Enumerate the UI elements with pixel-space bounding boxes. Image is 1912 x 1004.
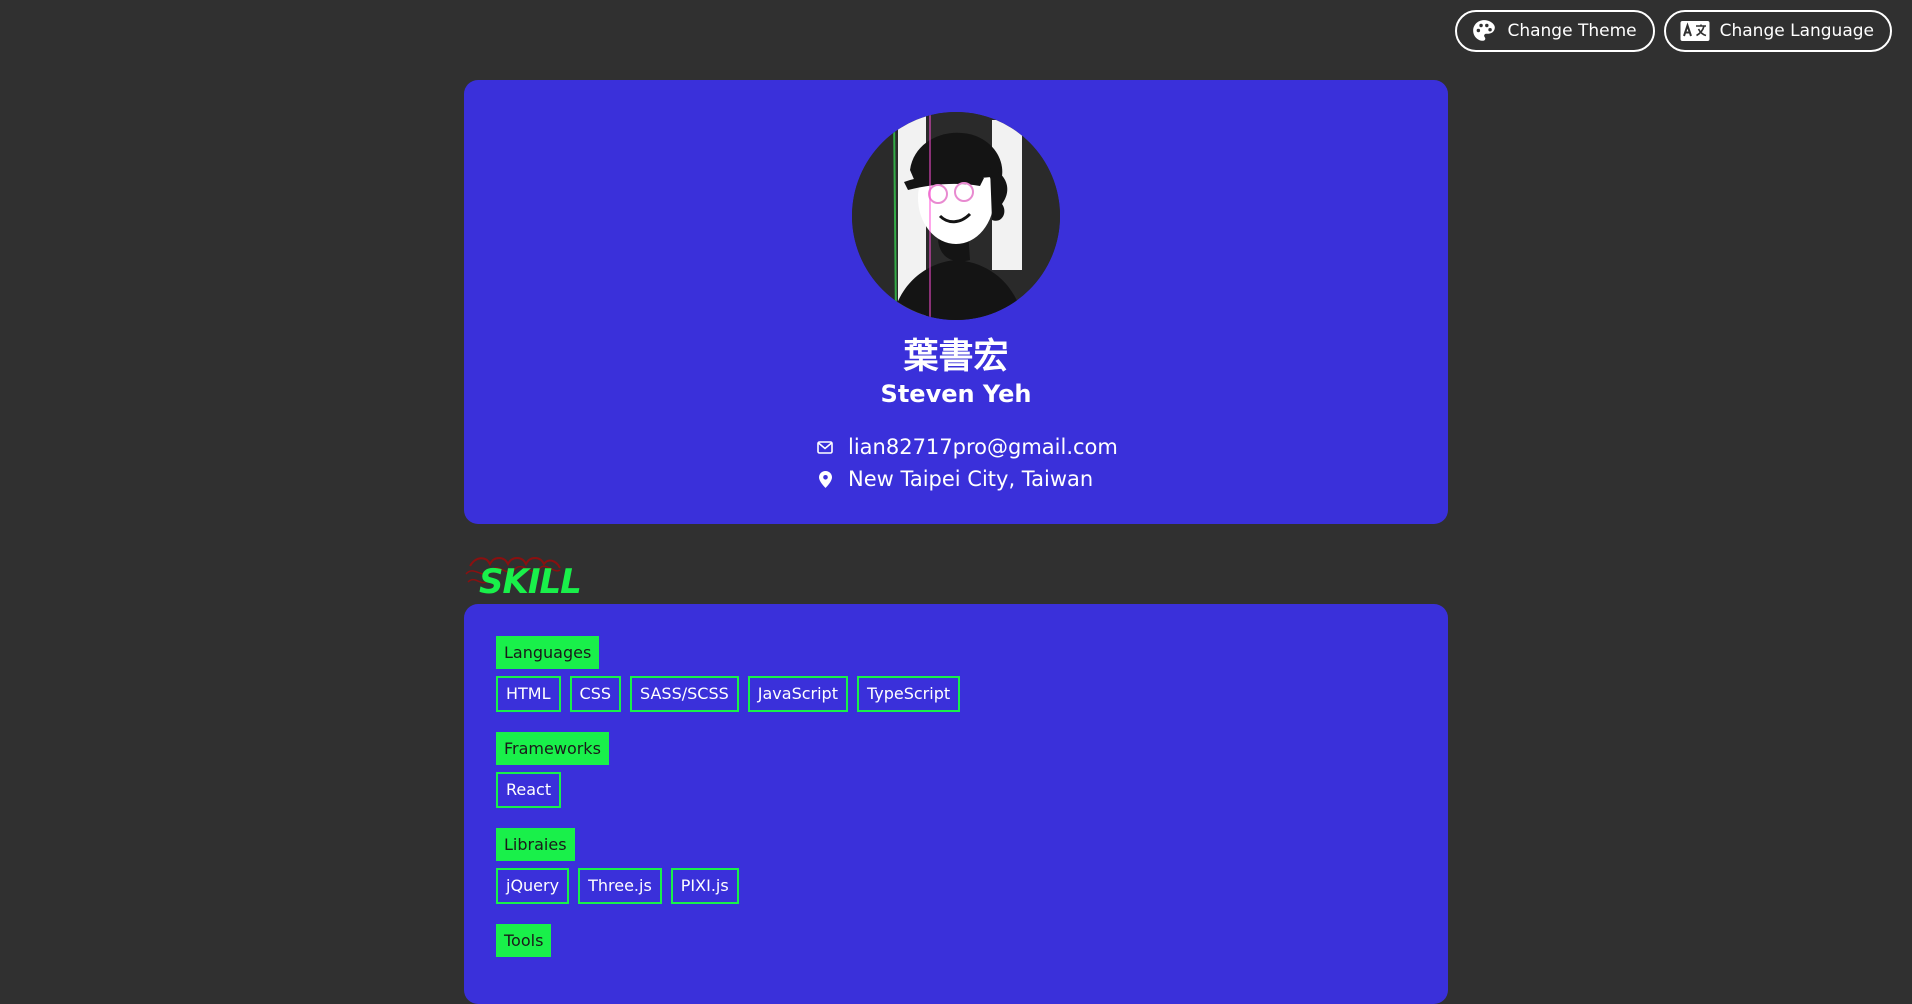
skill-tag: PIXI.js bbox=[670, 868, 739, 904]
skill-tag-row: jQuery Three.js PIXI.js bbox=[496, 868, 739, 904]
email-row: lian82717pro@gmail.com bbox=[816, 437, 1118, 458]
skill-tag: JavaScript bbox=[747, 676, 848, 712]
avatar bbox=[852, 112, 1060, 320]
location-text: New Taipei City, Taiwan bbox=[848, 467, 1094, 491]
header-actions: Change Theme Change Language bbox=[1455, 10, 1892, 52]
email-text[interactable]: lian82717pro@gmail.com bbox=[848, 437, 1118, 458]
skill-section-title: SKILL bbox=[464, 552, 604, 602]
change-language-button[interactable]: Change Language bbox=[1663, 10, 1892, 52]
translate-icon bbox=[1680, 20, 1710, 42]
skill-tag-row: HTML CSS SASS/SCSS JavaScript TypeScript bbox=[496, 676, 961, 712]
skill-tag: Three.js bbox=[578, 868, 662, 904]
envelope-icon bbox=[816, 441, 834, 454]
skill-tag: HTML bbox=[496, 676, 561, 712]
skill-title-text: SKILL bbox=[479, 562, 582, 602]
change-theme-label: Change Theme bbox=[1507, 21, 1637, 41]
skill-tag: React bbox=[496, 772, 562, 808]
skill-group-label: Tools bbox=[496, 924, 552, 957]
name-chinese: 葉書宏 bbox=[903, 337, 1009, 377]
skill-group-label: Languages bbox=[496, 636, 600, 669]
location-row: New Taipei City, Taiwan bbox=[816, 469, 1093, 490]
skill-tag: jQuery bbox=[496, 868, 570, 904]
palette-icon bbox=[1471, 18, 1497, 44]
change-language-label: Change Language bbox=[1719, 21, 1874, 41]
skill-tag: SASS/SCSS bbox=[630, 676, 739, 712]
skill-tag-row: React bbox=[496, 772, 562, 808]
map-pin-icon bbox=[816, 471, 834, 488]
skill-card: Languages HTML CSS SASS/SCSS JavaScript … bbox=[464, 604, 1448, 1004]
name-english: Steven Yeh bbox=[880, 380, 1032, 408]
skill-tag: CSS bbox=[569, 676, 622, 712]
skill-tag: TypeScript bbox=[856, 676, 961, 712]
profile-card: 葉書宏 Steven Yeh lian82717pro@gmail.com Ne… bbox=[464, 80, 1448, 524]
change-theme-button[interactable]: Change Theme bbox=[1455, 10, 1655, 52]
skill-group-label: Libraies bbox=[496, 828, 575, 861]
skill-group-label: Frameworks bbox=[496, 732, 609, 765]
